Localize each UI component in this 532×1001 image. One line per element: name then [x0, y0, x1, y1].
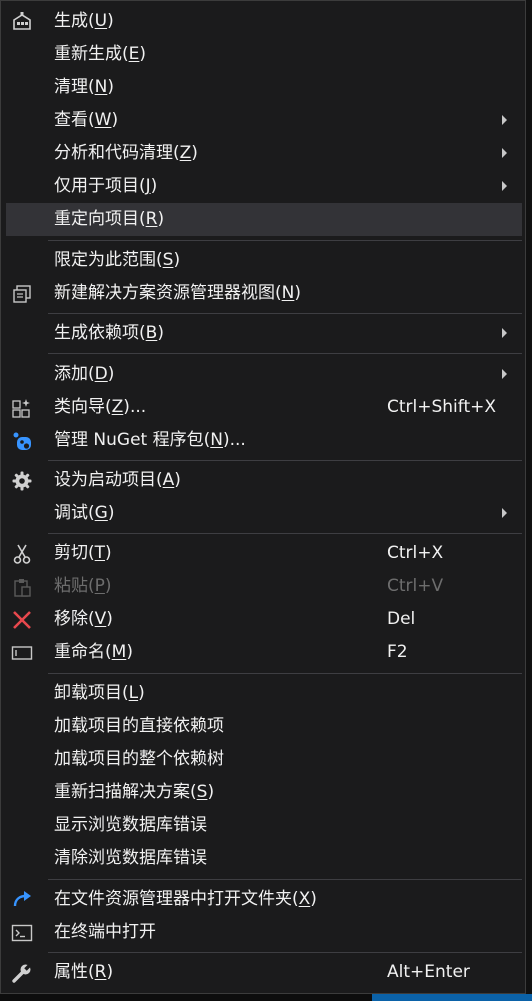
menu-item-label: 重新生成(E)	[54, 44, 147, 64]
clipboard-icon	[11, 576, 33, 598]
menu-item-label: 在文件资源管理器中打开文件夹(X)	[54, 889, 317, 909]
menu-separator	[48, 240, 522, 241]
menu-item-shortcut: Ctrl+V	[387, 576, 444, 596]
submenu-arrow-icon	[502, 181, 507, 191]
rename-icon	[11, 642, 33, 664]
menu-item-label: 调试(G)	[54, 503, 115, 523]
menu-item-label: 属性(R)	[54, 962, 114, 982]
submenu-arrow-icon	[502, 508, 507, 518]
menu-item-label: 管理 NuGet 程序包(N)...	[54, 430, 246, 450]
menu-item-clear-db-errors[interactable]: 清除浏览数据库错误	[6, 842, 522, 875]
menu-separator	[48, 533, 522, 534]
menu-item-set-startup[interactable]: 设为启动项目(A)	[6, 464, 522, 497]
terminal-icon	[11, 922, 33, 944]
menu-item-label: 分析和代码清理(Z)	[54, 143, 198, 163]
menu-item-label: 生成(U)	[54, 11, 114, 31]
menu-item-remove[interactable]: 移除(V) Del	[6, 603, 522, 636]
submenu-arrow-icon	[502, 369, 507, 379]
menu-item-debug[interactable]: 调试(G)	[6, 497, 522, 530]
menu-separator	[48, 673, 522, 674]
menu-item-scope[interactable]: 限定为此范围(S)	[6, 244, 522, 277]
menu-item-label: 生成依赖项(B)	[54, 323, 164, 343]
menu-item-label: 清理(N)	[54, 77, 114, 97]
menu-item-unload[interactable]: 卸载项目(L)	[6, 677, 522, 710]
menu-item-label: 显示浏览数据库错误	[54, 815, 207, 835]
menu-separator	[48, 952, 522, 953]
menu-item-load-dep-tree[interactable]: 加载项目的整个依赖树	[6, 743, 522, 776]
menu-item-rescan[interactable]: 重新扫描解决方案(S)	[6, 776, 522, 809]
menu-item-shortcut: F2	[387, 642, 408, 662]
menu-item-nuget[interactable]: 管理 NuGet 程序包(N)...	[6, 424, 522, 457]
background-window-edge	[526, 0, 532, 1001]
menu-item-label: 清除浏览数据库错误	[54, 848, 207, 868]
menu-separator	[48, 353, 522, 354]
wrench-icon	[11, 962, 33, 984]
menu-separator	[48, 460, 522, 461]
menu-item-label: 卸载项目(L)	[54, 683, 145, 703]
menu-item-show-db-errors[interactable]: 显示浏览数据库错误	[6, 809, 522, 842]
menu-separator	[48, 313, 522, 314]
menu-item-label: 类向导(Z)...	[54, 397, 147, 417]
menu-item-label: 加载项目的整个依赖树	[54, 749, 224, 769]
redo-arrow-icon	[11, 889, 33, 911]
menu-item-shortcut: Alt+Enter	[387, 962, 470, 982]
menu-item-label: 在终端中打开	[54, 922, 156, 942]
menu-separator	[48, 879, 522, 880]
submenu-arrow-icon	[502, 115, 507, 125]
menu-item-view[interactable]: 查看(W)	[6, 104, 522, 137]
menu-item-project-only[interactable]: 仅用于项目(J)	[6, 170, 522, 203]
menu-item-open-folder[interactable]: 在文件资源管理器中打开文件夹(X)	[6, 883, 522, 916]
submenu-arrow-icon	[502, 328, 507, 338]
menu-item-label: 仅用于项目(J)	[54, 176, 158, 196]
menu-item-label: 添加(D)	[54, 364, 115, 384]
close-icon	[11, 609, 33, 631]
class-wizard-icon	[11, 397, 33, 419]
menu-item-label: 限定为此范围(S)	[54, 250, 181, 270]
background-status-bar	[372, 994, 532, 1001]
menu-item-rebuild[interactable]: 重新生成(E)	[6, 38, 522, 71]
menu-item-paste[interactable]: 粘贴(P) Ctrl+V	[6, 570, 522, 603]
menu-item-build[interactable]: 生成(U)	[6, 5, 522, 38]
menu-item-label: 查看(W)	[54, 110, 119, 130]
menu-item-open-terminal[interactable]: 在终端中打开	[6, 916, 522, 949]
menu-item-new-view[interactable]: 新建解决方案资源管理器视图(N)	[6, 277, 522, 310]
menu-item-label: 粘贴(P)	[54, 576, 112, 596]
menu-item-build-deps[interactable]: 生成依赖项(B)	[6, 317, 522, 350]
menu-item-label: 剪切(T)	[54, 543, 112, 563]
menu-item-label: 加载项目的直接依赖项	[54, 716, 224, 736]
menu-item-retarget[interactable]: 重定向项目(R)	[6, 203, 522, 236]
menu-item-shortcut: Ctrl+Shift+X	[387, 397, 497, 417]
menu-item-label: 移除(V)	[54, 609, 113, 629]
scissors-icon	[11, 543, 33, 565]
menu-item-class-wizard[interactable]: 类向导(Z)... Ctrl+Shift+X	[6, 391, 522, 424]
menu-item-cut[interactable]: 剪切(T) Ctrl+X	[6, 537, 522, 570]
menu-item-analyze[interactable]: 分析和代码清理(Z)	[6, 137, 522, 170]
menu-item-properties[interactable]: 属性(R) Alt+Enter	[6, 956, 522, 989]
menu-item-add[interactable]: 添加(D)	[6, 358, 522, 391]
menu-item-label: 设为启动项目(A)	[54, 470, 181, 490]
build-icon	[11, 11, 33, 33]
context-menu: 生成(U) 重新生成(E) 清理(N) 查看(W) 分析和代码清理(Z) 仅用于…	[0, 0, 526, 994]
menu-item-label: 重新扫描解决方案(S)	[54, 782, 215, 802]
menu-item-load-direct-deps[interactable]: 加载项目的直接依赖项	[6, 710, 522, 743]
submenu-arrow-icon	[502, 148, 507, 158]
menu-item-shortcut: Ctrl+X	[387, 543, 444, 563]
menu-item-label: 重定向项目(R)	[54, 209, 165, 229]
nuget-icon	[11, 430, 33, 452]
menu-item-label: 新建解决方案资源管理器视图(N)	[54, 283, 301, 303]
menu-item-shortcut: Del	[387, 609, 416, 629]
new-view-icon	[11, 283, 33, 305]
menu-item-label: 重命名(M)	[54, 642, 133, 662]
menu-item-clean[interactable]: 清理(N)	[6, 71, 522, 104]
menu-item-rename[interactable]: 重命名(M) F2	[6, 636, 522, 669]
gear-icon	[11, 470, 33, 492]
